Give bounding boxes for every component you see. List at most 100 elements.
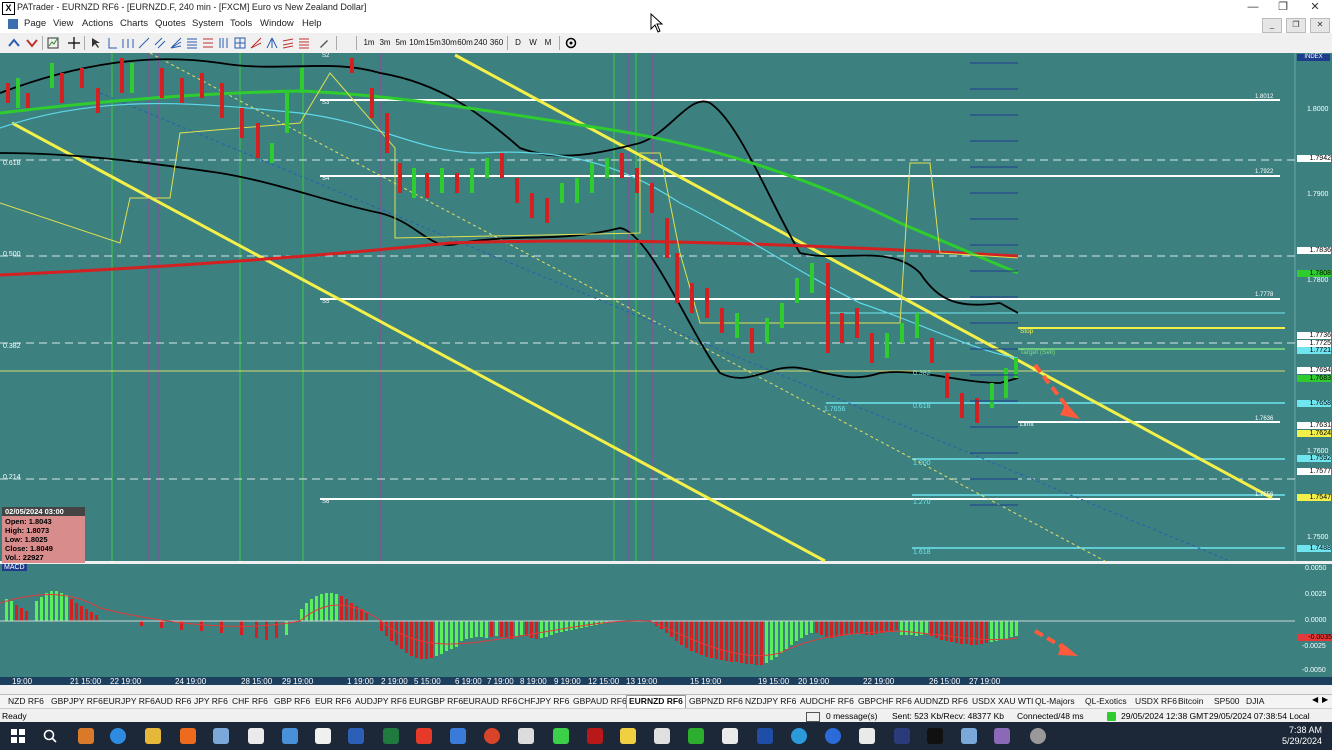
menu-page[interactable]: Page <box>24 18 46 29</box>
mdi-minimize-button[interactable]: _ <box>1262 18 1282 33</box>
fibonacci-retracement-icon[interactable] <box>186 37 198 49</box>
horizontal-line-icon[interactable] <box>122 37 134 49</box>
tab-aud-rf6[interactable]: AUD RF6 <box>153 696 193 706</box>
tab-nzd-rf6[interactable]: NZD RF6 <box>6 696 46 706</box>
crosshair-icon[interactable] <box>68 37 80 49</box>
tab-chf-rf6[interactable]: CHF RF6 <box>230 696 270 706</box>
minimize-button[interactable]: — <box>1238 0 1268 16</box>
zoom-icon[interactable] <box>825 728 841 744</box>
tab-audnzd-rf6[interactable]: AUDNZD RF6 <box>912 696 970 706</box>
target-icon[interactable] <box>565 37 577 49</box>
file-explorer-icon[interactable] <box>145 728 161 744</box>
tab-gbpjpy-rf6[interactable]: GBPJPY RF6 <box>49 696 105 706</box>
taskbar-clock[interactable]: 7:38 AM 5/29/2024 <box>1282 725 1322 747</box>
telegram-icon[interactable] <box>791 728 807 744</box>
tf-360-button[interactable]: 360 <box>489 36 504 50</box>
chart2-app-icon[interactable] <box>859 728 875 744</box>
app2-icon[interactable] <box>961 728 977 744</box>
tab-scroll-left-icon[interactable]: ◀ <box>1312 695 1318 704</box>
powerpoint-icon[interactable] <box>484 728 500 744</box>
notes-icon[interactable] <box>620 728 636 744</box>
sell-icon[interactable] <box>26 37 38 49</box>
widgets-icon[interactable] <box>78 728 94 744</box>
c-app-icon[interactable] <box>654 728 670 744</box>
chart-app-icon[interactable] <box>315 728 331 744</box>
menu-actions[interactable]: Actions <box>82 18 113 29</box>
tab-bitcoin[interactable]: Bitcoin <box>1176 696 1206 706</box>
tab-jpy-rf6[interactable]: JPY RF6 <box>192 696 230 706</box>
tab-usdx-xau-wti[interactable]: USDX XAU WTI <box>970 696 1035 706</box>
obs-icon[interactable] <box>1030 728 1046 744</box>
chart-area[interactable]: 02/05/2024 03:00 Open: 1.8043 High: 1.80… <box>0 53 1332 686</box>
search-icon[interactable] <box>42 728 58 744</box>
price-chart-svg[interactable] <box>0 53 1332 685</box>
n-app-icon[interactable] <box>553 728 569 744</box>
price-panel[interactable] <box>0 53 1295 561</box>
tab-gbpaud-rf6[interactable]: GBPAUD RF6 <box>571 696 629 706</box>
tf-monthly-button[interactable]: M <box>542 36 554 50</box>
channel-icon[interactable] <box>154 37 166 49</box>
vertical-line-icon[interactable] <box>106 37 118 49</box>
tab-sp500[interactable]: SP500 <box>1212 696 1242 706</box>
tab-gbp-rf6[interactable]: GBP RF6 <box>272 696 312 706</box>
tf-daily-button[interactable]: D <box>512 36 524 50</box>
tab-scroll-right-icon[interactable]: ▶ <box>1322 695 1328 704</box>
tf-30m-button[interactable]: 30m <box>441 36 457 50</box>
mdi-close-button[interactable]: ✕ <box>1310 18 1330 33</box>
fibonacci-extension-icon[interactable] <box>202 37 214 49</box>
tab-gbpnzd-rf6[interactable]: GBPNZD RF6 <box>687 696 745 706</box>
tf-1m-button[interactable]: 1m <box>362 36 376 50</box>
tab-audchf-rf6[interactable]: AUDCHF RF6 <box>798 696 856 706</box>
s-blue-app-icon[interactable] <box>450 728 466 744</box>
fibonacci-time-icon[interactable] <box>218 37 230 49</box>
brave-icon[interactable] <box>180 728 196 744</box>
quote-app-icon[interactable] <box>757 728 773 744</box>
tf-weekly-button[interactable]: W <box>527 36 539 50</box>
tab-djia[interactable]: DJIA <box>1244 696 1266 706</box>
star-app-icon[interactable] <box>894 728 910 744</box>
tf-3m-button[interactable]: 3m <box>378 36 392 50</box>
calculator-icon[interactable] <box>282 728 298 744</box>
pointer-icon[interactable] <box>90 37 102 49</box>
menu-quotes[interactable]: Quotes <box>155 18 186 29</box>
tf-15m-button[interactable]: 15m <box>425 36 441 50</box>
windows-start-icon[interactable] <box>10 728 26 744</box>
tab-eurgbp-rf6[interactable]: EURGBP RF6 <box>407 696 465 706</box>
tab-eurjpy-rf6[interactable]: EURJPY RF6 <box>101 696 157 706</box>
menu-help[interactable]: Help <box>302 18 322 29</box>
tf-10m-button[interactable]: 10m <box>409 36 425 50</box>
gann-grid-icon[interactable] <box>234 37 246 49</box>
close-button[interactable]: ✕ <box>1300 0 1330 16</box>
text-label-icon[interactable] <box>298 37 310 49</box>
tab-euraud-rf6[interactable]: EURAUD RF6 <box>461 696 519 706</box>
gray-app-icon[interactable] <box>722 728 738 744</box>
tab-ql-majors[interactable]: QL-Majors <box>1033 696 1077 706</box>
tab-usdx-rf6[interactable]: USDX RF6 <box>1133 696 1179 706</box>
buy-icon[interactable] <box>8 37 20 49</box>
tiktok-icon[interactable] <box>927 728 943 744</box>
tf-60m-button[interactable]: 60m <box>457 36 473 50</box>
tab-eur-rf6[interactable]: EUR RF6 <box>313 696 353 706</box>
status-messages[interactable]: 0 message(s) <box>826 711 878 721</box>
red-app-icon[interactable] <box>587 728 603 744</box>
excel-icon[interactable] <box>383 728 399 744</box>
maximize-button[interactable]: ❐ <box>1268 0 1298 16</box>
chart-type-icon[interactable] <box>47 37 59 49</box>
pencil-icon[interactable] <box>318 37 330 49</box>
menu-view[interactable]: View <box>53 18 73 29</box>
mdi-restore-button[interactable]: ❐ <box>1286 18 1306 33</box>
mk-app-icon[interactable] <box>994 728 1010 744</box>
s-app-icon[interactable] <box>416 728 432 744</box>
tab-audjpy-rf6[interactable]: AUDJPY RF6 <box>353 696 409 706</box>
regression-channel-icon[interactable] <box>282 37 294 49</box>
patrader-icon[interactable] <box>248 728 264 744</box>
menu-window[interactable]: Window <box>260 18 294 29</box>
c-green-app-icon[interactable] <box>688 728 704 744</box>
tf-240-button[interactable]: 240 <box>473 36 488 50</box>
andrews-pitchfork-icon[interactable] <box>266 37 278 49</box>
word-icon[interactable] <box>348 728 364 744</box>
document-icon[interactable] <box>8 19 18 29</box>
tab-chfjpy-rf6[interactable]: CHFJPY RF6 <box>516 696 571 706</box>
fibonacci-fan-icon[interactable] <box>170 37 182 49</box>
tab-ql-exotics[interactable]: QL-Exotics <box>1083 696 1129 706</box>
